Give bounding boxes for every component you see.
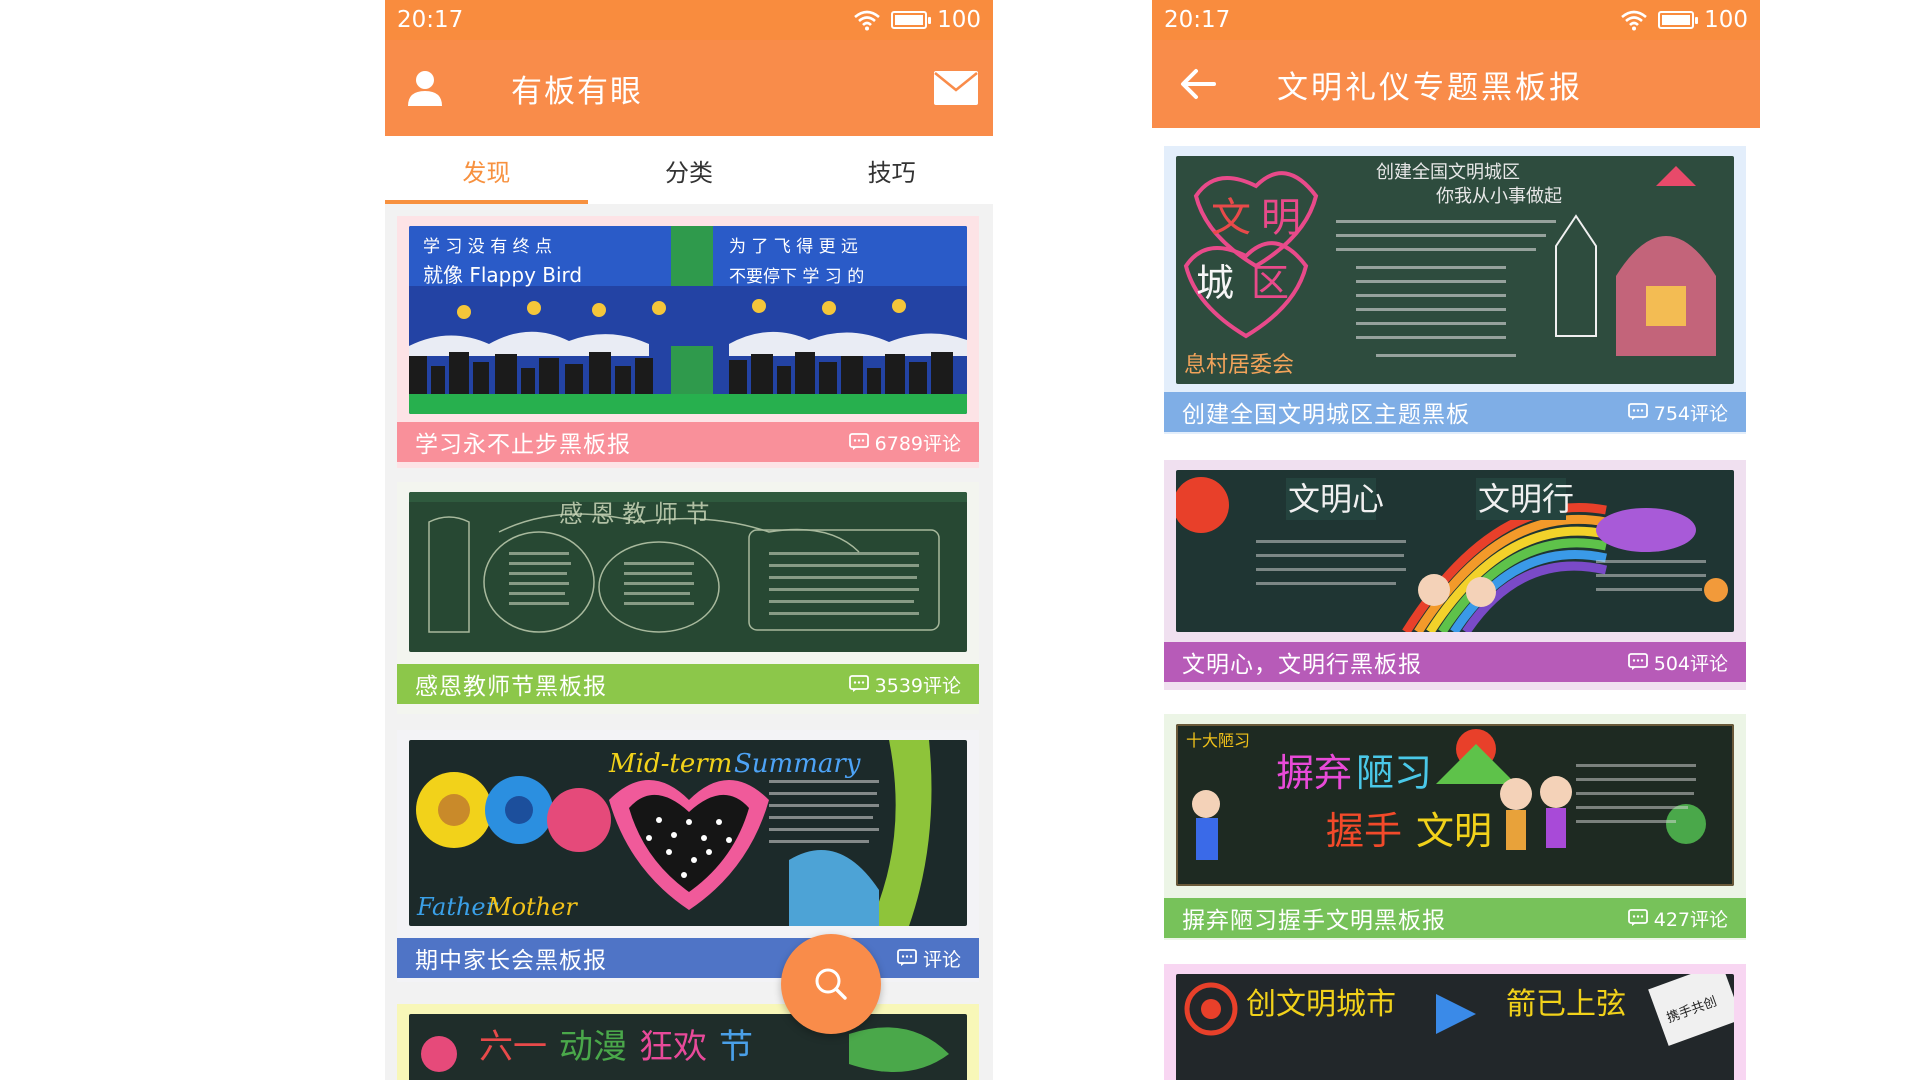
svg-text:狂欢: 狂欢 xyxy=(639,1027,707,1067)
comment-icon xyxy=(848,675,869,692)
card-info-bar: 创建全国文明城区主题黑板 754评论 xyxy=(1164,392,1746,432)
board-card[interactable]: 十大陋习 摒弃 陋习 握手 文明 摒弃陋习握手文明黑板报 427评论 xyxy=(1164,714,1746,940)
svg-text:摒弃: 摒弃 xyxy=(1276,751,1352,795)
svg-text:握手: 握手 xyxy=(1326,809,1402,853)
comment-icon xyxy=(1627,653,1648,670)
comment-count: 754评论 xyxy=(1627,399,1728,426)
card-info-bar: 摒弃陋习握手文明黑板报 427评论 xyxy=(1164,898,1746,938)
board-card[interactable]: 六一 动漫 狂欢 节 xyxy=(397,1004,979,1080)
comment-icon xyxy=(1627,403,1648,420)
comment-icon xyxy=(1627,909,1648,926)
board-card[interactable]: 创文明城市 箭已上弦 携手共创 xyxy=(1164,964,1746,1080)
user-icon[interactable] xyxy=(405,68,445,108)
wifi-icon xyxy=(854,10,880,31)
svg-text:文明行: 文明行 xyxy=(1478,480,1574,518)
status-time: 20:17 xyxy=(1164,7,1231,33)
battery-icon xyxy=(1658,11,1699,29)
left-screen: 20:17 100 有板有眼 发现 分类 技巧 学 习 没 有 终 点 就像 F… xyxy=(385,0,993,1080)
svg-text:Mid-term: Mid-term xyxy=(608,749,732,779)
svg-text:创文明城市: 创文明城市 xyxy=(1246,987,1396,1022)
board-image: Mid-term Summary Father Mother xyxy=(409,740,967,926)
svg-text:为 了 飞 得 更 远: 为 了 飞 得 更 远 xyxy=(729,237,858,257)
comment-count: 3539评论 xyxy=(848,671,961,698)
svg-text:文明心: 文明心 xyxy=(1288,480,1384,518)
board-card[interactable]: 感 恩 教 师 节 感恩教师节黑板报 3539评论 xyxy=(397,482,979,714)
svg-text:Summary: Summary xyxy=(734,749,861,779)
topic-feed: 文 明 城 区 创建全国文明城区 你我从小事做起 息村居委会 创建全国文明城区主… xyxy=(1152,128,1760,1080)
board-card[interactable]: 学 习 没 有 终 点 就像 Flappy Bird 为 了 飞 得 更 远 不… xyxy=(397,216,979,468)
board-image: 文 明 城 区 创建全国文明城区 你我从小事做起 息村居委会 xyxy=(1176,156,1734,384)
tab-tips[interactable]: 技巧 xyxy=(790,136,993,204)
card-title: 学习永不止步黑板报 xyxy=(415,432,631,458)
comment-count: 427评论 xyxy=(1627,905,1728,932)
app-title: 有板有眼 xyxy=(511,73,643,110)
card-info-bar: 文明心，文明行黑板报 504评论 xyxy=(1164,642,1746,682)
discover-feed: 学 习 没 有 终 点 就像 Flappy Bird 为 了 飞 得 更 远 不… xyxy=(385,208,993,1080)
svg-text:动漫: 动漫 xyxy=(559,1027,627,1067)
board-image: 六一 动漫 狂欢 节 xyxy=(409,1014,967,1080)
svg-text:就像 Flappy Bird: 就像 Flappy Bird xyxy=(423,263,582,287)
app-title: 文明礼仪专题黑板报 xyxy=(1277,69,1583,106)
comment-icon xyxy=(848,433,869,450)
card-info-bar: 学习永不止步黑板报 6789评论 xyxy=(397,422,979,462)
card-title: 感恩教师节黑板报 xyxy=(415,674,607,700)
battery-icon xyxy=(891,11,932,29)
board-image: 创文明城市 箭已上弦 携手共创 xyxy=(1176,974,1734,1080)
status-time: 20:17 xyxy=(397,7,464,33)
card-title: 摒弃陋习握手文明黑板报 xyxy=(1182,908,1446,934)
card-title: 创建全国文明城区主题黑板 xyxy=(1182,402,1470,428)
comment-count: 504评论 xyxy=(1627,649,1728,676)
comment-count: 6789评论 xyxy=(848,429,961,456)
comment-count: 评论 xyxy=(897,945,961,972)
wifi-icon xyxy=(1621,10,1647,31)
svg-text:感 恩 教 师 节: 感 恩 教 师 节 xyxy=(559,500,710,528)
battery-level: 100 xyxy=(1704,7,1748,33)
svg-text:息村居委会: 息村居委会 xyxy=(1184,353,1294,378)
back-arrow-icon[interactable] xyxy=(1178,66,1218,102)
comment-icon xyxy=(897,949,917,966)
svg-text:文: 文 xyxy=(1211,195,1251,241)
svg-text:文明: 文明 xyxy=(1416,809,1492,853)
svg-text:创建全国文明城区: 创建全国文明城区 xyxy=(1376,162,1520,183)
card-title: 期中家长会黑板报 xyxy=(415,948,607,974)
right-screen: 20:17 100 文明礼仪专题黑板报 文 明 城 区 创建全国文明城区 你我从… xyxy=(1152,0,1760,1080)
tab-discover[interactable]: 发现 xyxy=(385,136,588,204)
tab-bar: 发现 分类 技巧 xyxy=(385,136,993,204)
svg-text:十大陋习: 十大陋习 xyxy=(1186,731,1250,750)
status-bar: 20:17 100 xyxy=(1152,0,1760,40)
board-card[interactable]: 文 明 城 区 创建全国文明城区 你我从小事做起 息村居委会 创建全国文明城区主… xyxy=(1164,146,1746,434)
board-card[interactable]: 文明心 文明行 文明心，文明行黑板报 504评论 xyxy=(1164,460,1746,690)
tab-category[interactable]: 分类 xyxy=(588,136,791,204)
board-card[interactable]: Mid-term Summary Father Mother 期中家长会黑板报 … xyxy=(397,730,979,982)
board-image: 文明心 文明行 xyxy=(1176,470,1734,632)
app-bar: 有板有眼 xyxy=(385,40,993,136)
svg-text:明: 明 xyxy=(1261,195,1301,241)
svg-text:区: 区 xyxy=(1251,261,1289,305)
svg-text:六一: 六一 xyxy=(479,1027,547,1067)
svg-text:不要停下 学 习 的: 不要停下 学 习 的 xyxy=(729,267,864,287)
svg-text:城: 城 xyxy=(1196,261,1234,305)
svg-text:箭已上弦: 箭已上弦 xyxy=(1506,987,1626,1022)
search-fab[interactable] xyxy=(781,934,881,1034)
battery-level: 100 xyxy=(937,7,981,33)
status-bar: 20:17 100 xyxy=(385,0,993,40)
svg-text:学 习 没 有 终 点: 学 习 没 有 终 点 xyxy=(423,237,552,257)
board-image: 学 习 没 有 终 点 就像 Flappy Bird 为 了 飞 得 更 远 不… xyxy=(409,226,967,414)
svg-text:陋习: 陋习 xyxy=(1356,751,1432,795)
board-image: 十大陋习 摒弃 陋习 握手 文明 xyxy=(1176,724,1734,886)
search-icon xyxy=(815,968,847,1000)
card-title: 文明心，文明行黑板报 xyxy=(1182,652,1422,678)
mail-icon[interactable] xyxy=(933,70,979,106)
board-image: 感 恩 教 师 节 xyxy=(409,492,967,652)
svg-text:你我从小事做起: 你我从小事做起 xyxy=(1436,186,1562,207)
svg-text:Mother: Mother xyxy=(486,893,578,921)
card-info-bar: 感恩教师节黑板报 3539评论 xyxy=(397,664,979,704)
card-info-bar: 期中家长会黑板报 评论 xyxy=(397,938,979,978)
svg-text:节: 节 xyxy=(719,1027,753,1067)
app-bar: 文明礼仪专题黑板报 xyxy=(1152,40,1760,128)
